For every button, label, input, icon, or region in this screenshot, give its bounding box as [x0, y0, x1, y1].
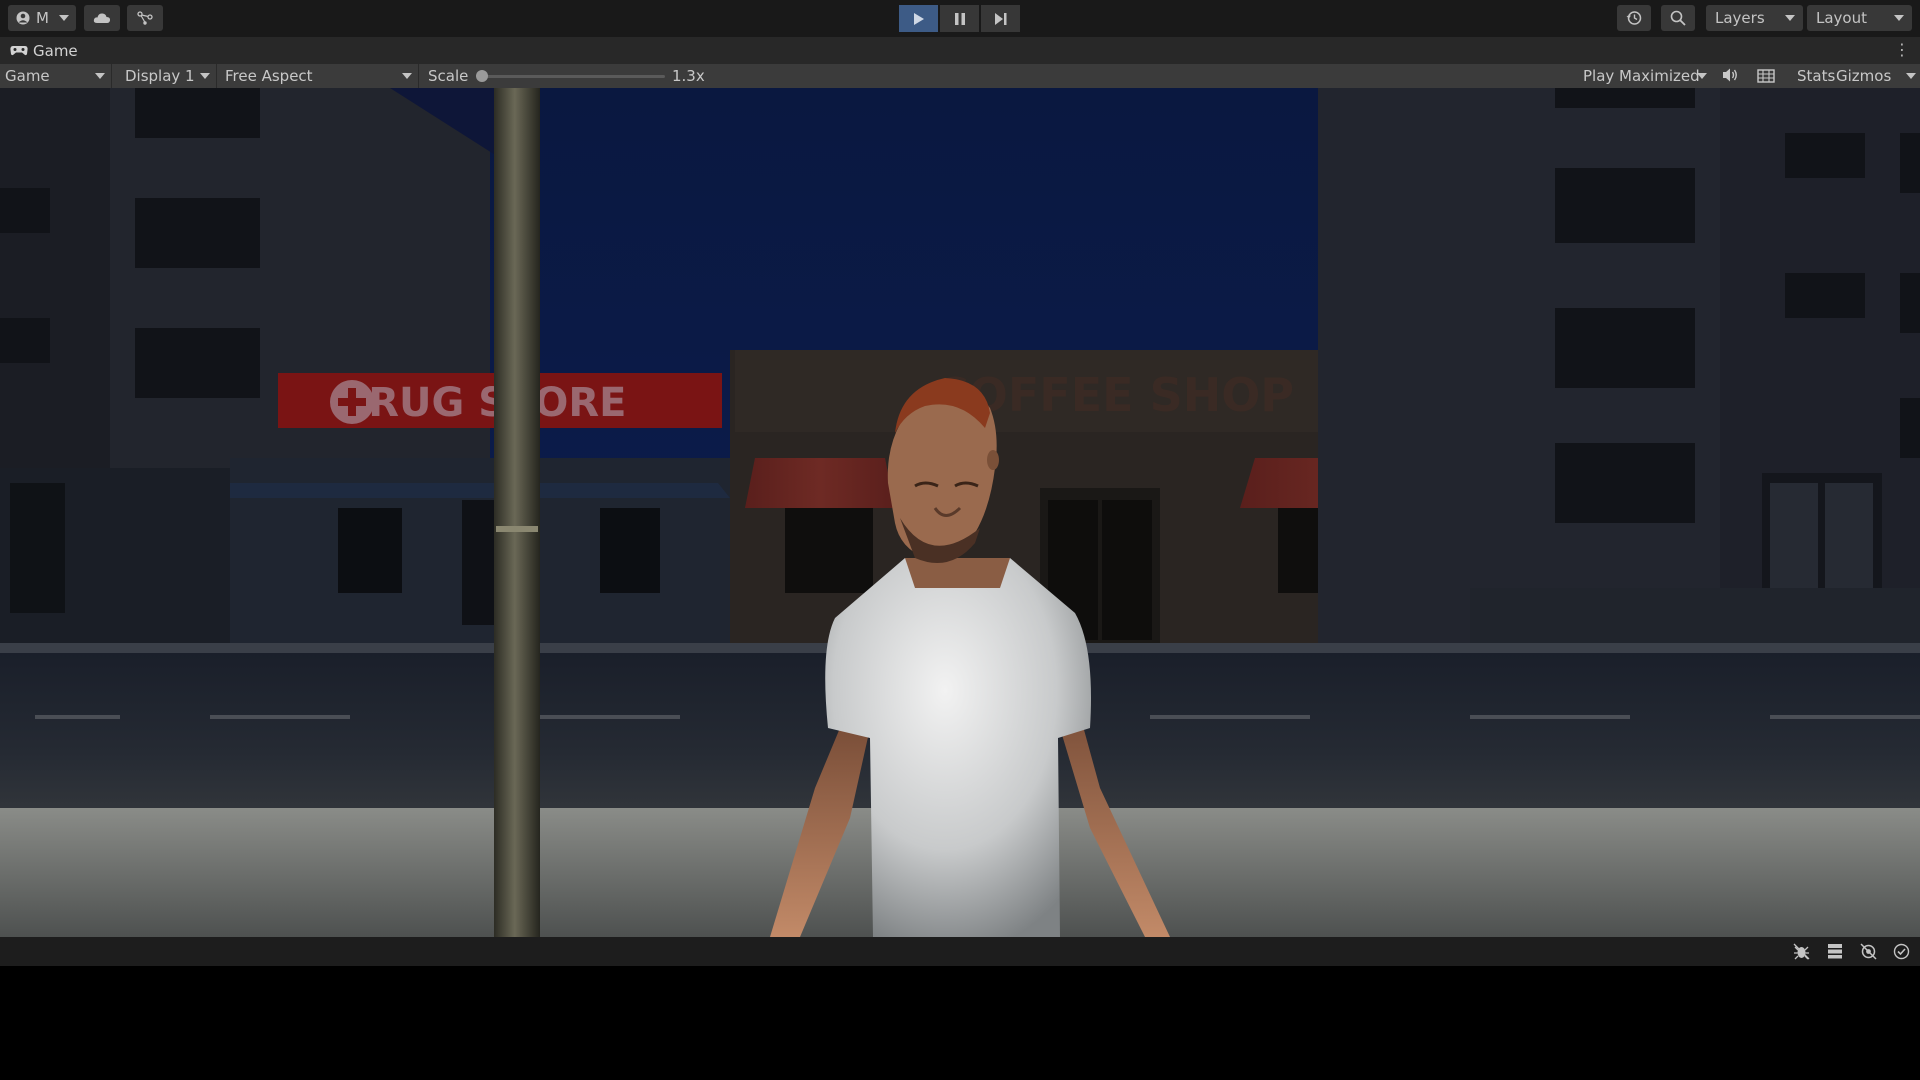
- play-mode-label: Play Maximized: [1583, 67, 1700, 85]
- view-mode-dropdown[interactable]: Game: [0, 64, 112, 88]
- collab-button[interactable]: [127, 5, 163, 31]
- chevron-down-icon: [1697, 73, 1707, 79]
- chevron-down-icon: [1785, 15, 1795, 21]
- tab-title: Game: [33, 41, 78, 60]
- display-label: Display 1: [125, 67, 195, 85]
- main-toolbar: M Layers Layout: [0, 0, 1920, 37]
- status-bar: [0, 937, 1920, 966]
- aspect-label: Free Aspect: [225, 67, 313, 85]
- scale-slider[interactable]: [481, 75, 665, 78]
- tab-menu-icon[interactable]: ⋮: [1894, 41, 1910, 59]
- play-icon: [913, 12, 924, 25]
- checkmark-icon[interactable]: [1893, 943, 1910, 960]
- visibility-off-icon[interactable]: [1860, 943, 1877, 960]
- grid-icon[interactable]: [1757, 69, 1775, 83]
- layers-stack-icon[interactable]: [1827, 943, 1843, 959]
- chevron-down-icon: [95, 73, 105, 79]
- play-button[interactable]: [899, 5, 938, 32]
- history-icon: [1626, 11, 1642, 25]
- search-button[interactable]: [1661, 5, 1695, 31]
- view-mode-label: Game: [5, 67, 50, 85]
- gizmos-dropdown[interactable]: Gizmos: [1834, 64, 1920, 88]
- play-mode-dropdown[interactable]: Play Maximized: [1577, 64, 1711, 88]
- aspect-dropdown[interactable]: Free Aspect: [219, 64, 419, 88]
- gizmos-label: Gizmos: [1836, 67, 1892, 85]
- step-button[interactable]: [981, 5, 1020, 32]
- game-viewport[interactable]: DRUG STORE COFFEE SHOP: [0, 88, 1920, 937]
- account-icon: [16, 11, 30, 25]
- chevron-down-icon: [402, 73, 412, 79]
- account-button[interactable]: M: [8, 5, 76, 31]
- chevron-down-icon: [1906, 73, 1916, 79]
- layout-label: Layout: [1816, 9, 1867, 27]
- display-dropdown[interactable]: Display 1: [119, 64, 217, 88]
- undo-history-button[interactable]: [1617, 5, 1651, 31]
- layers-dropdown[interactable]: Layers: [1706, 5, 1803, 31]
- pause-button[interactable]: [940, 5, 979, 32]
- step-icon: [994, 12, 1006, 25]
- cloud-icon: [93, 13, 111, 23]
- layers-label: Layers: [1715, 9, 1765, 27]
- pause-icon: [954, 12, 965, 25]
- audio-icon[interactable]: [1722, 67, 1740, 83]
- drugstore-sign-text: DRUG STORE: [335, 380, 626, 426]
- chevron-down-icon: [1894, 15, 1904, 21]
- stats-button[interactable]: Stats: [1797, 67, 1835, 85]
- cloud-button[interactable]: [84, 5, 120, 31]
- game-view-toolbar: Game Display 1 Free Aspect Scale 1.3x Pl…: [0, 64, 1920, 88]
- scale-value: 1.3x: [672, 67, 705, 85]
- chevron-down-icon: [58, 15, 69, 21]
- gamepad-icon: [10, 46, 28, 56]
- collab-icon: [137, 11, 153, 25]
- playback-controls: [899, 5, 1020, 32]
- tab-game[interactable]: Game: [0, 37, 88, 64]
- game-tab-bar: Game ⋮: [0, 37, 1920, 64]
- account-initial: M: [36, 9, 49, 27]
- search-icon: [1670, 10, 1686, 26]
- scale-label: Scale: [428, 67, 469, 85]
- empty-area: [0, 966, 1920, 1080]
- debug-icon[interactable]: [1793, 943, 1810, 960]
- scale-slider-thumb[interactable]: [476, 70, 488, 82]
- layout-dropdown[interactable]: Layout: [1807, 5, 1912, 31]
- game-scene: DRUG STORE COFFEE SHOP: [0, 88, 1920, 937]
- chevron-down-icon: [200, 73, 210, 79]
